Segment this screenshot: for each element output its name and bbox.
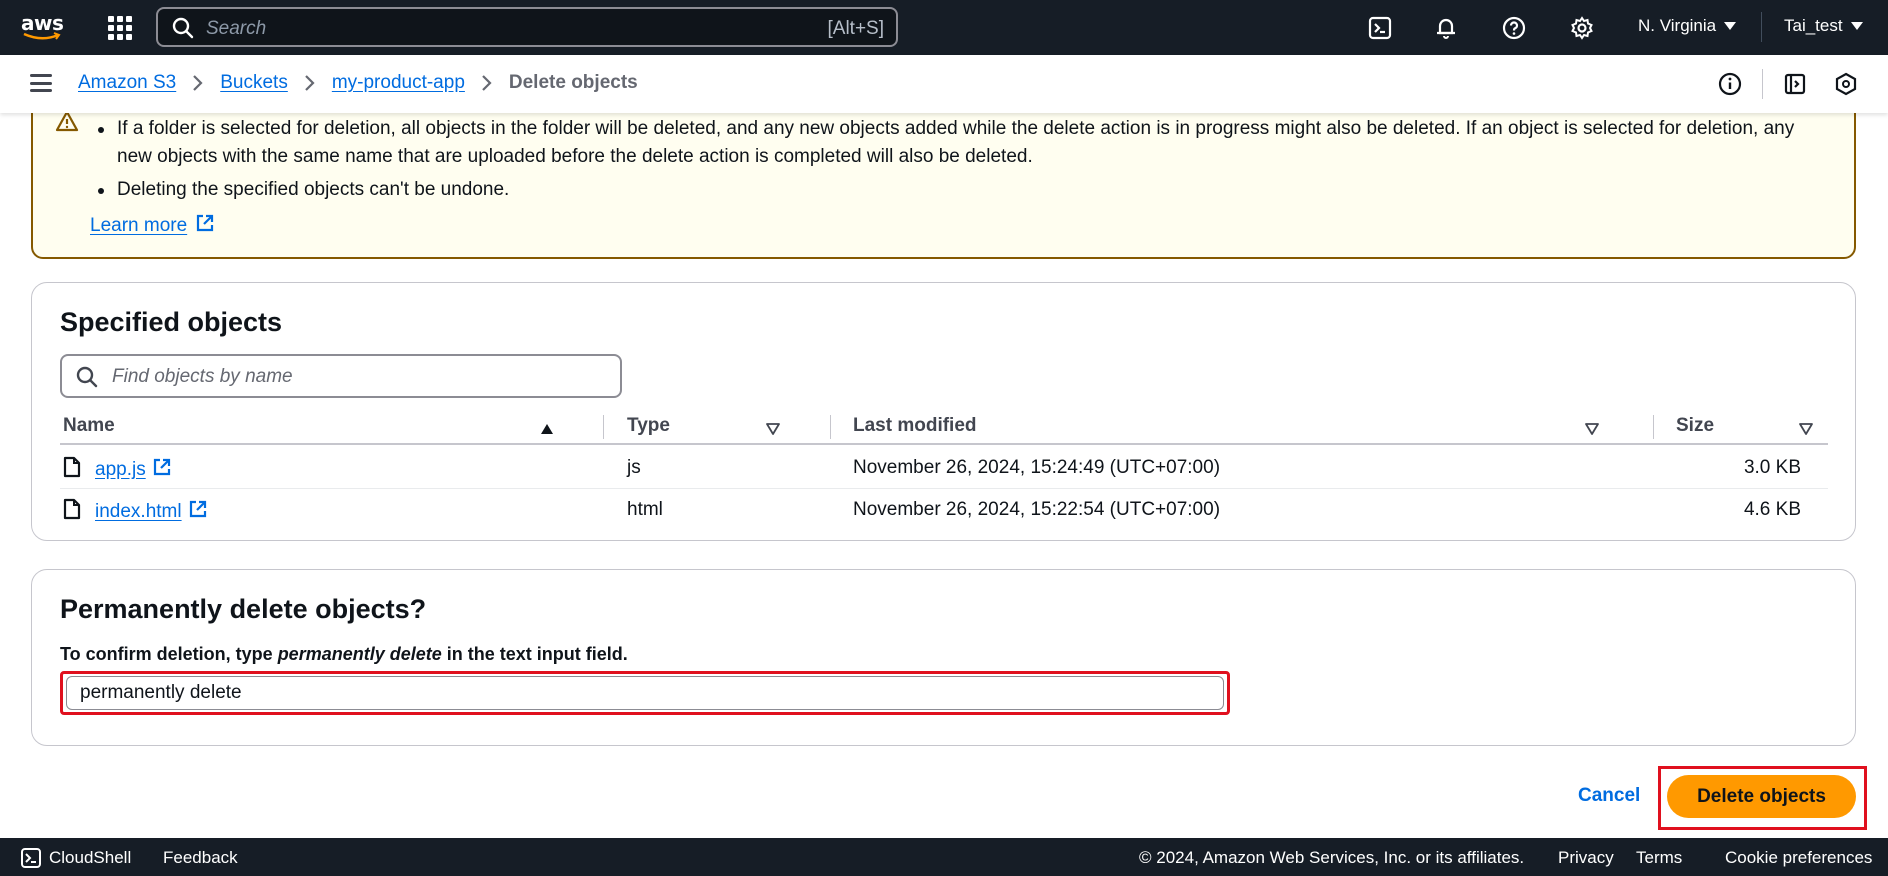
chevron-right-icon xyxy=(481,74,493,92)
file-icon xyxy=(63,456,81,484)
find-objects-input[interactable]: Find objects by name xyxy=(60,354,622,398)
warning-bullet: Deleting the specified objects can't be … xyxy=(98,176,1817,204)
object-name: index.html xyxy=(95,501,182,522)
confirm-label-suffix: in the text input field. xyxy=(441,644,628,664)
specified-objects-container: Specified objects Find objects by name N… xyxy=(31,282,1856,541)
delete-objects-button[interactable]: Delete objects xyxy=(1667,775,1856,818)
cloudshell-icon[interactable] xyxy=(1366,14,1394,42)
breadcrumb-bucket[interactable]: my-product-app xyxy=(332,72,465,94)
object-link[interactable]: app.js xyxy=(95,457,172,483)
shield-icon[interactable] xyxy=(1832,70,1860,98)
sort-icon[interactable] xyxy=(1585,419,1599,441)
aws-logo[interactable]: aws xyxy=(20,8,68,44)
cloudshell-icon[interactable] xyxy=(20,847,42,874)
info-icon[interactable] xyxy=(1716,70,1744,98)
chevron-right-icon xyxy=(192,74,204,92)
caret-down-icon xyxy=(1850,22,1863,30)
region-selector[interactable]: N. Virginia xyxy=(1638,16,1737,36)
breadcrumb-bar: Amazon S3 Buckets my-product-app Delete … xyxy=(0,55,1888,113)
sort-ascending-icon[interactable] xyxy=(540,419,554,441)
cloudshell-link[interactable]: CloudShell xyxy=(49,848,131,868)
warning-bullet: If a folder is selected for deletion, al… xyxy=(98,115,1817,171)
global-search-input[interactable]: Search [Alt+S] xyxy=(156,7,898,47)
object-size: 4.6 KB xyxy=(1743,499,1801,520)
confirm-title: Permanently delete objects? xyxy=(60,594,427,624)
copyright-text: © 2024, Amazon Web Services, Inc. or its… xyxy=(1139,848,1525,867)
nav-divider xyxy=(1761,12,1762,42)
confirm-input-frame xyxy=(66,676,1224,710)
gear-icon[interactable] xyxy=(1568,14,1596,42)
confirm-delete-container: Permanently delete objects? To confirm d… xyxy=(31,569,1856,746)
column-divider xyxy=(1653,415,1654,439)
bell-icon[interactable] xyxy=(1432,14,1460,42)
column-type[interactable]: Type xyxy=(627,415,670,437)
warning-icon xyxy=(55,110,79,138)
column-name[interactable]: Name xyxy=(63,415,115,437)
external-link-icon xyxy=(195,213,215,239)
footer: CloudShell Feedback © 2024, Amazon Web S… xyxy=(0,838,1888,876)
confirm-input[interactable] xyxy=(67,677,1223,709)
search-icon xyxy=(76,366,98,394)
warning-list: If a folder is selected for deletion, al… xyxy=(98,115,1817,209)
column-size[interactable]: Size xyxy=(1676,415,1714,437)
account-menu[interactable]: Tai_test xyxy=(1784,16,1863,36)
column-divider xyxy=(830,415,831,439)
toolbar-divider xyxy=(1762,69,1763,99)
menu-icon[interactable] xyxy=(30,74,52,92)
cookie-preferences-link[interactable]: Cookie preferences xyxy=(1725,848,1872,868)
help-icon[interactable] xyxy=(1500,14,1528,42)
search-icon xyxy=(172,17,194,45)
cancel-button[interactable]: Cancel xyxy=(1578,785,1640,807)
object-name: app.js xyxy=(95,459,146,480)
chevron-right-icon xyxy=(304,74,316,92)
confirm-label-prefix: To confirm deletion, type xyxy=(60,644,278,664)
privacy-link[interactable]: Privacy xyxy=(1558,848,1614,868)
feedback-link[interactable]: Feedback xyxy=(163,848,238,868)
account-label: Tai_test xyxy=(1784,16,1843,35)
table-row: app.js js November 26, 2024, 15:24:49 (U… xyxy=(60,447,1828,489)
caret-down-icon xyxy=(1724,22,1737,30)
learn-more-link[interactable]: Learn more xyxy=(90,213,215,239)
top-navigation: aws Search [Alt+S] N. Virginia Tai_test xyxy=(0,0,1888,55)
breadcrumb-buckets[interactable]: Buckets xyxy=(220,72,288,94)
breadcrumb-current: Delete objects xyxy=(508,72,638,93)
object-type: js xyxy=(627,457,641,478)
column-divider xyxy=(603,415,604,439)
external-link-icon xyxy=(188,499,208,525)
region-label: N. Virginia xyxy=(1638,16,1717,35)
file-icon xyxy=(63,498,81,526)
object-size: 3.0 KB xyxy=(1743,457,1801,478)
object-last-modified: November 26, 2024, 15:24:49 (UTC+07:00) xyxy=(853,457,1221,478)
breadcrumb: Amazon S3 Buckets my-product-app Delete … xyxy=(78,72,638,94)
specified-objects-title: Specified objects xyxy=(60,307,283,337)
terms-link[interactable]: Terms xyxy=(1636,848,1682,868)
table-header: Name Type Last modified Size xyxy=(60,405,1828,445)
table-row: index.html html November 26, 2024, 15:22… xyxy=(60,489,1828,531)
sort-icon[interactable] xyxy=(1799,419,1813,441)
sort-icon[interactable] xyxy=(766,419,780,441)
search-shortcut: [Alt+S] xyxy=(827,18,885,39)
confirm-input-highlight xyxy=(60,671,1230,715)
side-panel-icon[interactable] xyxy=(1781,70,1809,98)
object-last-modified: November 26, 2024, 15:22:54 (UTC+07:00) xyxy=(853,499,1221,520)
learn-more-label: Learn more xyxy=(90,215,188,236)
object-type: html xyxy=(627,499,663,520)
external-link-icon xyxy=(152,457,172,483)
column-last-modified[interactable]: Last modified xyxy=(853,415,977,437)
find-objects-placeholder: Find objects by name xyxy=(112,366,293,387)
confirm-instructions: To confirm deletion, type permanently de… xyxy=(60,644,628,665)
confirm-label-phrase: permanently delete xyxy=(277,644,442,664)
object-link[interactable]: index.html xyxy=(95,499,208,525)
services-grid-icon[interactable] xyxy=(108,16,132,40)
breadcrumb-amazon-s3[interactable]: Amazon S3 xyxy=(78,72,176,94)
search-placeholder: Search xyxy=(206,18,267,39)
